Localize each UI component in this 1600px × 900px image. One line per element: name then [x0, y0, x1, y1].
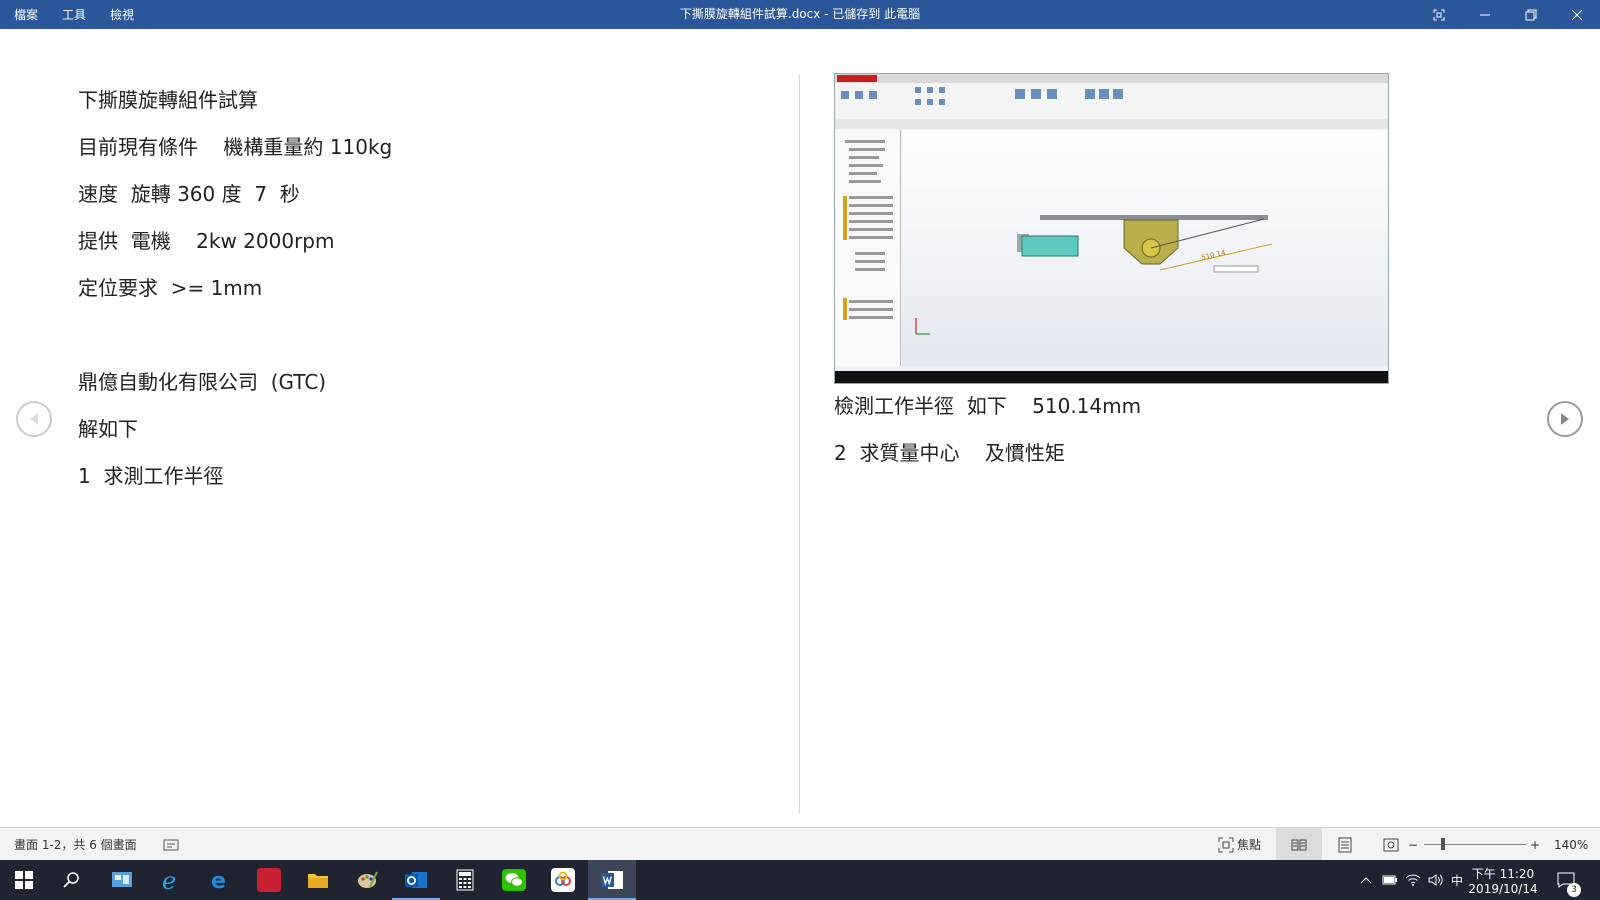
- clock[interactable]: 下午 11:20 2019/10/14: [1468, 860, 1538, 900]
- word-icon: [601, 871, 623, 889]
- start-button[interactable]: [0, 860, 48, 900]
- page-count[interactable]: 畫面 1-2，共 6 個畫面: [14, 828, 137, 861]
- taskbar-app-solidworks[interactable]: [245, 860, 293, 900]
- taskbar-app-word[interactable]: [588, 860, 636, 900]
- accessibility-checker-icon: [163, 839, 179, 850]
- doc-line: 解如下: [78, 417, 138, 441]
- taskbar-app-internet-explorer[interactable]: e: [147, 860, 195, 900]
- focus-mode-icon: [1433, 9, 1445, 20]
- focus-button[interactable]: 焦點: [1218, 828, 1261, 861]
- web-layout-icon: [1383, 838, 1399, 851]
- zoom-level[interactable]: 140%: [1554, 828, 1588, 861]
- doc-title: 下撕膜旋轉組件試算: [78, 88, 258, 112]
- zoom-in-button[interactable]: +: [1530, 828, 1540, 861]
- status-bar: 畫面 1-2，共 6 個畫面 焦點 − + 140%: [0, 827, 1600, 861]
- minus-icon: −: [1408, 837, 1419, 852]
- read-mode-button[interactable]: [1276, 828, 1322, 861]
- minimize-icon: [1480, 14, 1490, 15]
- restore-icon: [1525, 9, 1537, 20]
- clock-date: 2019/10/14: [1468, 881, 1538, 896]
- doc-line: 定位要求 >= 1mm: [78, 276, 263, 300]
- internet-explorer-icon: e: [162, 868, 176, 892]
- svg-text:e: e: [162, 868, 176, 892]
- focus-label: 焦點: [1237, 838, 1262, 852]
- zoom-out-button[interactable]: −: [1408, 828, 1418, 861]
- control-panel-icon: [112, 872, 132, 887]
- menu-view[interactable]: 檢視: [110, 6, 134, 23]
- solidworks-icon: [257, 868, 281, 892]
- doc-line: 1 求測工作半徑: [78, 464, 224, 488]
- svg-text:e: e: [211, 869, 226, 891]
- zoom-slider-thumb[interactable]: [1441, 838, 1445, 850]
- zoom-slider[interactable]: [1424, 828, 1526, 861]
- chevron-up-icon: [1360, 877, 1372, 884]
- windows-taskbar: e e 中 下午 11:20 2019/10/14 3: [0, 860, 1600, 900]
- menu-file[interactable]: 檔案: [14, 6, 38, 23]
- battery-button[interactable]: [1382, 860, 1398, 900]
- print-layout-button[interactable]: [1322, 828, 1368, 861]
- search-icon: [63, 872, 79, 888]
- cloud-icon: [551, 868, 575, 892]
- close-button[interactable]: [1554, 0, 1600, 29]
- calculator-icon: [456, 869, 474, 891]
- clock-time: 下午 11:20: [1471, 866, 1535, 881]
- window-title: 下撕膜旋轉組件試算.docx - 已儲存到 此電腦: [679, 7, 921, 21]
- volume-button[interactable]: [1428, 860, 1444, 900]
- taskbar-app-paint[interactable]: [343, 860, 391, 900]
- taskbar-app-calculator[interactable]: [441, 860, 489, 900]
- action-center-button[interactable]: 3: [1551, 860, 1581, 900]
- focus-mode-button[interactable]: [1416, 0, 1462, 29]
- taskbar-app-control-panel[interactable]: [98, 860, 146, 900]
- read-mode-icon: [1291, 839, 1307, 850]
- plus-icon: +: [1530, 837, 1541, 852]
- taskbar-app-outlook[interactable]: [392, 860, 440, 900]
- outlook-icon: [405, 872, 427, 888]
- left-page: 下撕膜旋轉組件試算 目前現有條件 機構重量約 110kg 速度 旋轉 360 度…: [0, 29, 799, 827]
- focus-icon: [1218, 837, 1234, 852]
- title-bar: 檔案 工具 檢視 下撕膜旋轉組件試算.docx - 已儲存到 此電腦: [0, 0, 1600, 29]
- right-page: 檢測工作半徑 如下 510.14mm 2 求質量中心 及慣性矩: [800, 29, 1600, 827]
- taskbar-app-edge[interactable]: e: [196, 860, 244, 900]
- close-icon: [1571, 9, 1583, 20]
- battery-icon: [1382, 875, 1397, 885]
- speaker-icon: [1428, 874, 1443, 886]
- doc-line: 鼎億自動化有限公司 (GTC): [78, 370, 327, 394]
- restore-button[interactable]: [1508, 0, 1554, 29]
- print-layout-icon: [1338, 837, 1352, 852]
- edge-icon: e: [211, 869, 226, 891]
- folder-icon: [308, 874, 328, 888]
- windows-logo-icon: [15, 871, 33, 889]
- taskbar-app-wechat[interactable]: [490, 860, 538, 900]
- taskbar-app-file-explorer[interactable]: [294, 860, 342, 900]
- menu-tools[interactable]: 工具: [62, 6, 86, 23]
- minimize-button[interactable]: [1462, 0, 1508, 29]
- doc-line: 檢測工作半徑 如下 510.14mm: [834, 394, 1142, 418]
- menu-bar: 檔案 工具 檢視: [14, 0, 158, 29]
- taskbar-app-baidu-netdisk[interactable]: [539, 860, 587, 900]
- doc-line: 目前現有條件 機構重量約 110kg: [78, 135, 393, 159]
- wifi-icon: [1405, 874, 1421, 886]
- search-button[interactable]: [48, 860, 96, 900]
- doc-line: 速度 旋轉 360 度 7 秒: [78, 182, 300, 206]
- notification-badge: 3: [1567, 883, 1581, 897]
- wechat-icon: [502, 869, 526, 891]
- ime-indicator[interactable]: 中: [1451, 860, 1463, 900]
- accessibility-button[interactable]: [163, 828, 179, 861]
- paint-palette-icon: [358, 871, 378, 888]
- show-hidden-icons-button[interactable]: [1360, 860, 1372, 900]
- doc-line: 提供 電機 2kw 2000rpm: [78, 229, 335, 253]
- document-area[interactable]: 下撕膜旋轉組件試算 目前現有條件 機構重量約 110kg 速度 旋轉 360 度…: [0, 29, 1600, 827]
- doc-line: 2 求質量中心 及慣性矩: [834, 441, 1065, 465]
- network-button[interactable]: [1405, 860, 1421, 900]
